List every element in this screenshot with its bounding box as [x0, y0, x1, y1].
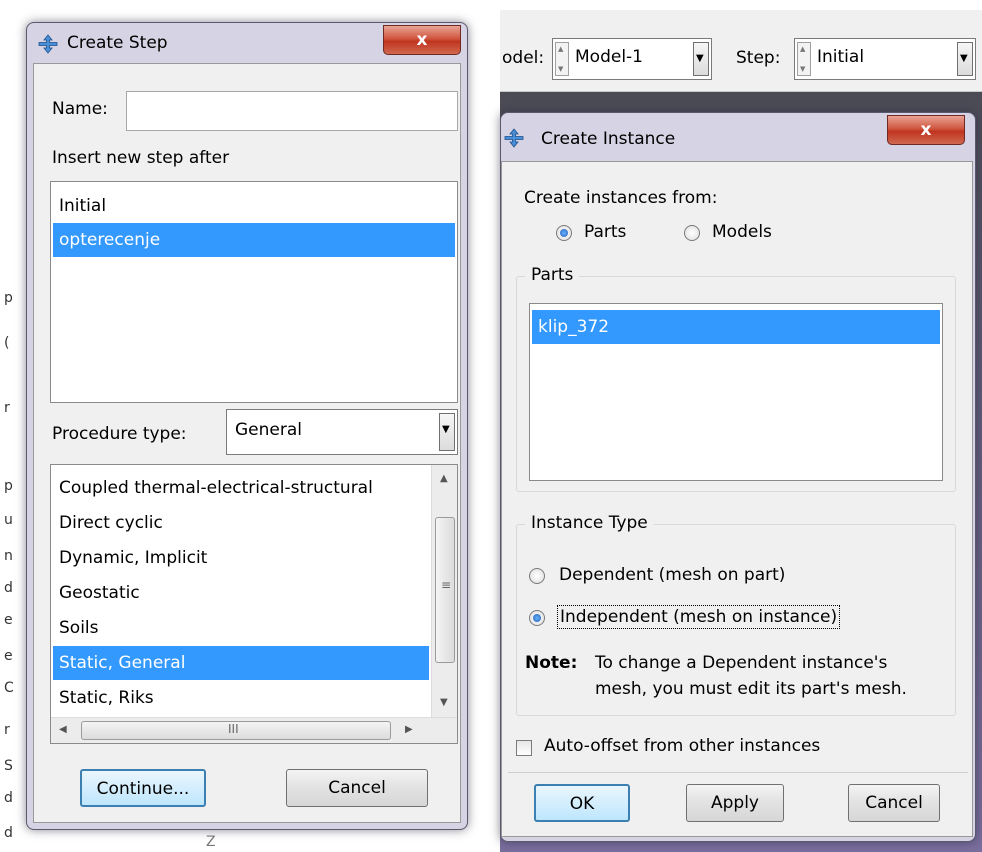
step-value: Initial	[817, 47, 865, 67]
strip-char: C	[4, 680, 14, 696]
list-item[interactable]: Static, General	[53, 646, 429, 680]
scroll-right-icon[interactable]: ▶	[405, 724, 413, 735]
procedure-type-label: Procedure type:	[52, 424, 187, 444]
scroll-left-icon[interactable]: ◀	[59, 724, 67, 735]
list-item[interactable]: Direct cyclic	[53, 506, 429, 540]
procedure-type-combo[interactable]: General	[226, 409, 458, 455]
note-text-line2: mesh, you must edit its part's mesh.	[595, 679, 907, 699]
model-label: odel:	[502, 48, 545, 68]
name-label: Name:	[52, 99, 108, 119]
note-text-line1: To change a Dependent instance's	[595, 653, 888, 673]
ok-button[interactable]: OK	[534, 784, 630, 822]
cancel-button[interactable]: Cancel	[286, 769, 428, 807]
strip-char: p	[4, 478, 13, 494]
create-step-client: Name: Insert new step after Initial opte…	[33, 63, 461, 823]
cancel-button[interactable]: Cancel	[848, 784, 940, 822]
instance-type-title: Instance Type	[525, 513, 654, 533]
horizontal-scrollbar[interactable]: ◀ III ▶	[51, 717, 457, 743]
spinner-icon[interactable]	[797, 42, 811, 76]
model-value: Model-1	[575, 47, 643, 67]
scroll-down-icon[interactable]: ▼	[440, 697, 448, 708]
chevron-down-icon[interactable]	[957, 42, 973, 76]
create-instance-client: Create instances from: Parts Models Part…	[501, 161, 973, 837]
dependent-radio-label[interactable]: Dependent (mesh on part)	[559, 565, 785, 585]
procedure-list[interactable]: Coupled thermal-electrical-structural Di…	[50, 464, 458, 744]
axis-z-label: Z	[206, 834, 216, 850]
spinner-icon[interactable]	[555, 42, 569, 76]
list-item[interactable]: Static, Riks	[53, 681, 429, 715]
scrollbar-thumb[interactable]: ≡	[435, 517, 455, 663]
independent-radio[interactable]	[529, 610, 545, 626]
model-combo[interactable]: Model-1	[552, 38, 712, 80]
abaqus-cross-icon	[38, 34, 58, 54]
step-list[interactable]: Initial opterecenje	[50, 181, 458, 403]
chevron-down-icon[interactable]	[439, 413, 455, 451]
instance-type-group: Instance Type Dependent (mesh on part) I…	[516, 513, 956, 716]
list-item[interactable]: Dynamic, Implicit	[53, 541, 429, 575]
strip-char: u	[4, 512, 13, 528]
models-radio-label[interactable]: Models	[712, 222, 772, 242]
strip-char: r	[4, 400, 10, 416]
list-item[interactable]: opterecenje	[53, 223, 455, 257]
strip-char: r	[4, 722, 10, 738]
strip-char: S	[4, 758, 13, 774]
create-step-dialog: Create Step x Name: Insert new step afte…	[26, 22, 468, 830]
procedure-type-value: General	[235, 420, 302, 440]
scroll-up-icon[interactable]: ▲	[440, 473, 448, 484]
apply-button[interactable]: Apply	[686, 784, 784, 822]
divider	[508, 772, 968, 773]
close-button[interactable]: x	[887, 115, 965, 145]
strip-char: d	[4, 790, 13, 806]
list-item[interactable]: Coupled thermal-electrical-structural	[53, 471, 429, 505]
list-item[interactable]: Initial	[53, 189, 455, 223]
auto-offset-label[interactable]: Auto-offset from other instances	[544, 736, 820, 756]
dialog-title: Create Instance	[541, 129, 676, 149]
dependent-radio[interactable]	[529, 568, 545, 584]
context-toolbar: odel: Model-1 Step: Initial	[500, 10, 982, 92]
step-name-input[interactable]	[126, 91, 458, 131]
strip-char: (	[4, 335, 10, 351]
abaqus-cross-icon	[504, 128, 524, 148]
grip-icon: III	[228, 722, 239, 736]
parts-radio-label[interactable]: Parts	[584, 222, 626, 242]
strip-char: d	[4, 580, 13, 596]
create-instance-titlebar[interactable]: Create Instance x	[501, 113, 975, 153]
models-radio[interactable]	[684, 225, 700, 241]
create-instance-dialog: Create Instance x Create instances from:…	[500, 112, 976, 842]
continue-button[interactable]: Continue...	[80, 769, 206, 807]
parts-group: Parts klip_372	[516, 265, 956, 492]
parts-radio[interactable]	[556, 225, 572, 241]
list-item[interactable]: Geostatic	[53, 576, 429, 610]
parts-group-title: Parts	[525, 265, 580, 285]
close-button[interactable]: x	[383, 25, 461, 55]
dialog-title: Create Step	[67, 33, 168, 53]
create-from-label: Create instances from:	[524, 188, 718, 208]
vertical-scrollbar[interactable]: ▲ ≡ ▼	[431, 465, 457, 717]
auto-offset-checkbox[interactable]	[516, 740, 532, 756]
step-combo[interactable]: Initial	[794, 38, 976, 80]
strip-char: p	[4, 290, 13, 306]
chevron-down-icon[interactable]	[693, 42, 709, 76]
note-label: Note:	[525, 653, 578, 673]
strip-char: e	[4, 648, 13, 664]
list-item[interactable]: Soils	[53, 611, 429, 645]
grip-icon: ≡	[441, 578, 452, 592]
parts-list[interactable]: klip_372	[529, 303, 943, 481]
scrollbar-thumb[interactable]: III	[81, 721, 391, 740]
independent-radio-label[interactable]: Independent (mesh on instance)	[557, 605, 841, 629]
create-step-titlebar[interactable]: Create Step x	[27, 23, 467, 63]
list-item[interactable]: klip_372	[532, 310, 940, 344]
strip-char: d	[4, 825, 13, 841]
step-label: Step:	[736, 48, 781, 68]
strip-char: n	[4, 548, 13, 564]
insert-after-label: Insert new step after	[52, 148, 230, 168]
strip-char: e	[4, 612, 13, 628]
